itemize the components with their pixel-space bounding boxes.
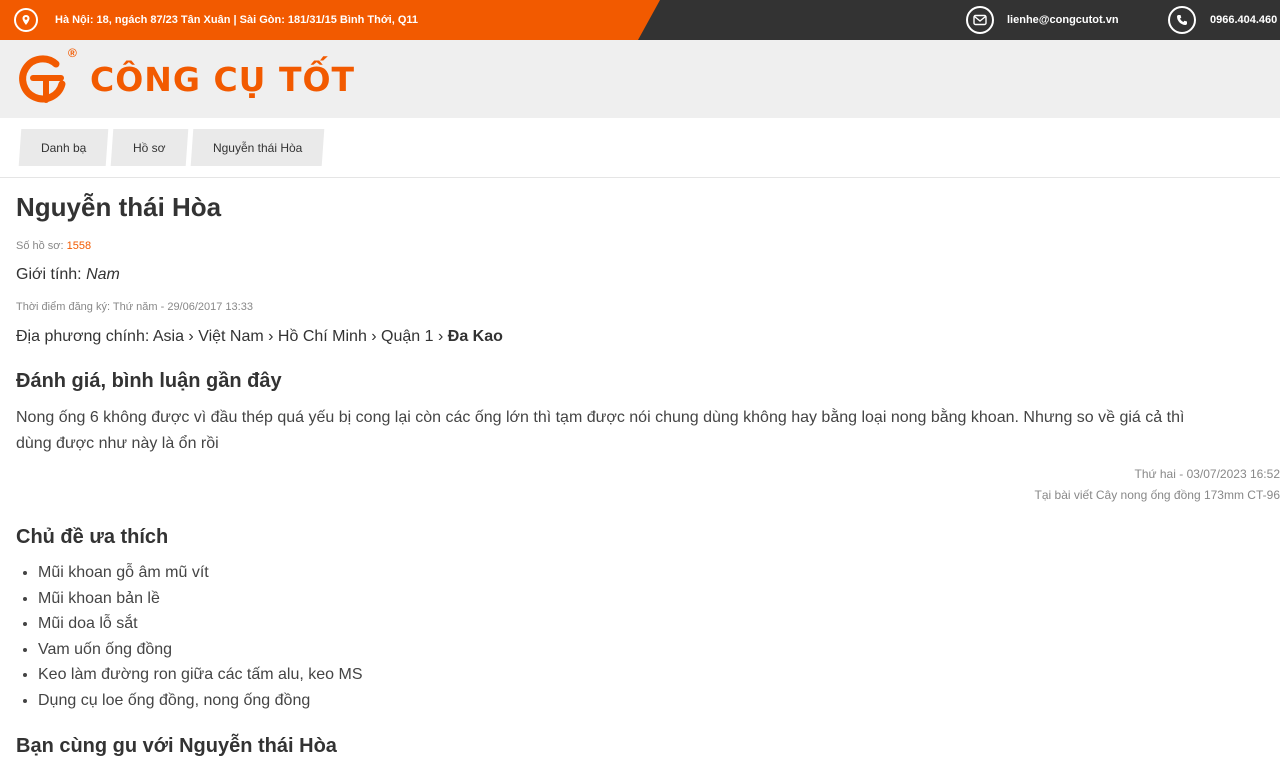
brand-name: CÔNG CỤ TỐT: [90, 59, 356, 99]
gender: Giới tính: Nam: [16, 266, 1264, 284]
list-item[interactable]: Mũi khoan bản lề: [38, 586, 1264, 612]
location-current[interactable]: Đa Kao: [448, 328, 503, 345]
address-text: Hà Nội: 18, ngách 87/23 Tân Xuân | Sài G…: [55, 14, 419, 26]
profile-content: Nguyễn thái Hòa Số hồ sơ: 1558 Giới tính…: [0, 178, 1280, 758]
list-item[interactable]: Dụng cụ loe ống đồng, nong ống đồng: [38, 688, 1264, 714]
list-item[interactable]: Keo làm đường ron giữa các tấm alu, keo …: [38, 662, 1264, 688]
profile-number-value: 1558: [66, 240, 92, 252]
breadcrumb-item-profile[interactable]: Hồ sơ: [111, 129, 189, 166]
location-label: Địa phương chính:: [16, 328, 150, 345]
breadcrumb-label: Hồ sơ: [133, 140, 166, 155]
gender-value: Nam: [86, 266, 120, 283]
location-path[interactable]: Asia › Việt Nam › Hồ Chí Minh › Quận 1 ›: [153, 328, 443, 345]
top-bar: Hà Nội: 18, ngách 87/23 Tân Xuân | Sài G…: [0, 0, 1280, 40]
similar-users-heading: Bạn cùng gu với Nguyễn thái Hòa: [16, 735, 337, 757]
page-title: Nguyễn thái Hòa: [16, 192, 222, 222]
email-text: lienhe@congcutot.vn: [1007, 14, 1119, 26]
address-info: Hà Nội: 18, ngách 87/23 Tân Xuân | Sài G…: [14, 8, 418, 32]
review-meta: Thứ hai - 03/07/2023 16:52 Tại bài viết …: [16, 464, 1280, 506]
breadcrumb-item-directory[interactable]: Danh bạ: [18, 129, 109, 166]
reviews-heading: Đánh giá, bình luận gần đây: [16, 370, 282, 392]
registered-mark: ®: [68, 46, 77, 60]
favorites-heading: Chủ đề ưa thích: [16, 526, 169, 548]
review-line: dùng được như này là ổn rồi: [16, 435, 219, 452]
breadcrumb-item-current[interactable]: Nguyễn thái Hòa: [190, 129, 325, 166]
breadcrumb-label: Nguyễn thái Hòa: [212, 140, 303, 155]
phone-icon: [1168, 6, 1196, 34]
phone-link[interactable]: 0966.404.460: [1168, 6, 1277, 34]
profile-number-label: Số hồ sơ:: [16, 240, 64, 252]
profile-number: Số hồ sơ: 1558: [16, 240, 1264, 252]
email-link[interactable]: lienhe@congcutot.vn: [966, 6, 1119, 34]
phone-text: 0966.404.460: [1210, 14, 1278, 26]
main-location: Địa phương chính: Asia › Việt Nam › Hồ C…: [16, 328, 1264, 346]
gender-label: Giới tính:: [16, 266, 82, 283]
envelope-icon: [966, 6, 994, 34]
registration-time: Thời điểm đăng ký: Thứ năm - 29/06/2017 …: [16, 301, 253, 313]
location-pin-icon: [14, 8, 38, 32]
breadcrumb-label: Danh bạ: [41, 140, 87, 155]
logo-mark-icon: ®: [16, 46, 77, 108]
list-item[interactable]: Mũi doa lỗ sắt: [38, 611, 1264, 637]
review-date: Thứ hai - 03/07/2023 16:52: [1134, 467, 1280, 481]
site-logo[interactable]: ® CÔNG CỤ TỐT: [16, 46, 356, 108]
list-item[interactable]: Vam uốn ống đồng: [38, 637, 1264, 663]
site-header: ® CÔNG CỤ TỐT: [0, 40, 1280, 118]
review-text: Nong ống 6 không được vì đầu thép quá yế…: [16, 405, 1264, 457]
review-line: Nong ống 6 không được vì đầu thép quá yế…: [16, 409, 1185, 426]
review-source-link[interactable]: Tại bài viết Cây nong ống đồng 173mm CT-…: [16, 485, 1280, 506]
breadcrumb: Danh bạ Hồ sơ Nguyễn thái Hòa: [0, 118, 1280, 178]
favorites-list: Mũi khoan gỗ âm mũ vít Mũi khoan bản lề …: [16, 560, 1264, 713]
list-item[interactable]: Mũi khoan gỗ âm mũ vít: [38, 560, 1264, 586]
